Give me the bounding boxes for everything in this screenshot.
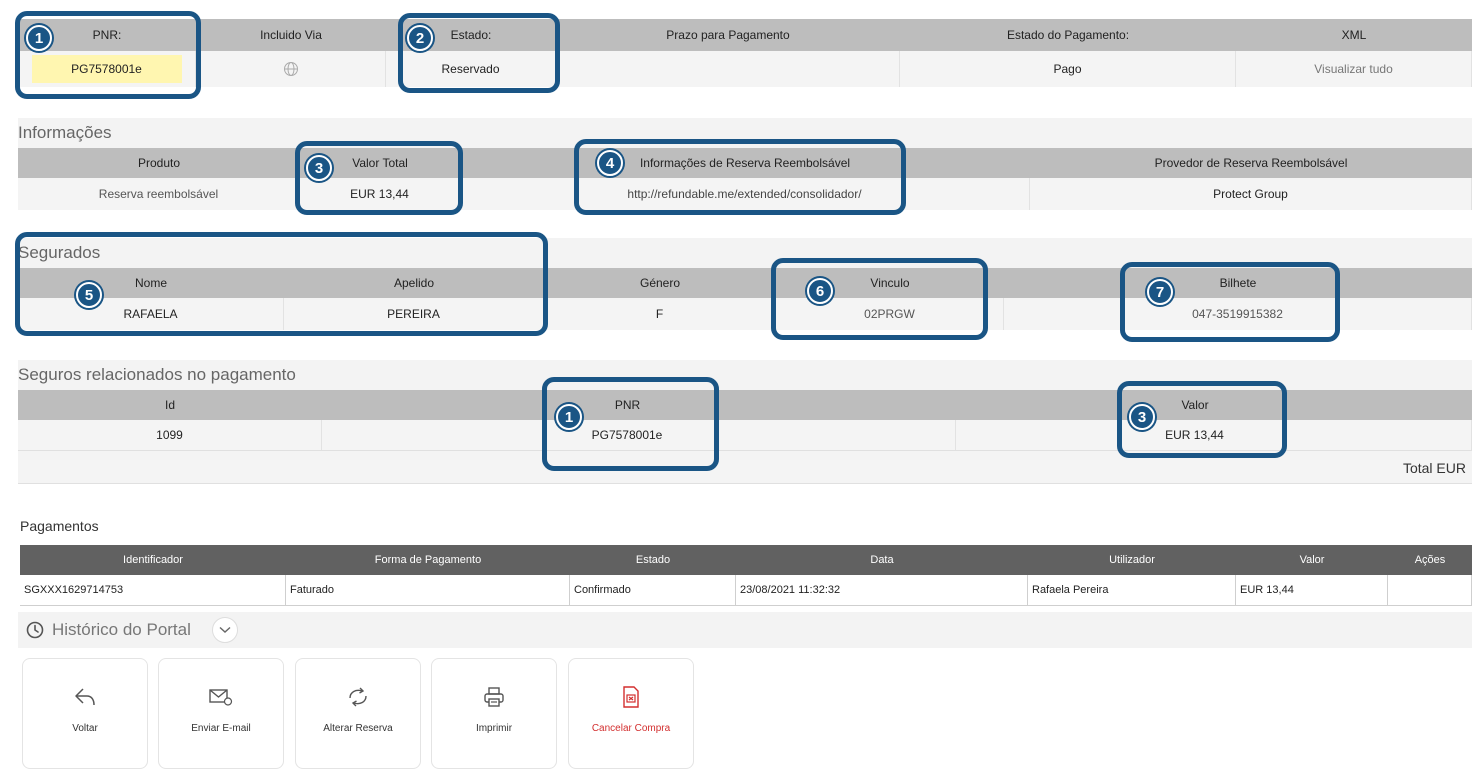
print-button[interactable]: Imprimir (431, 658, 557, 769)
related-insurance-section-title: Seguros relacionados no pagamento (18, 365, 296, 384)
refundable-info-header: Informações de Reserva Reembolsável (460, 148, 1030, 178)
status-value: Reservado (386, 51, 556, 87)
total-value: EUR 13,44 (300, 178, 460, 210)
related-pnr-cell: PG7578001e (322, 420, 956, 450)
xml-header: XML (1236, 19, 1472, 51)
related-pnr-header: PNR (322, 390, 956, 420)
payment-deadline-header: Prazo para Pagamento (556, 19, 900, 51)
last-name-header: Apelido (284, 268, 544, 298)
refundable-provider-value: Protect Group (1030, 178, 1472, 210)
gender-value: F (544, 298, 776, 330)
print-button-label: Imprimir (475, 723, 513, 734)
insured-section-band (18, 238, 1472, 268)
payment-status-value: Pago (900, 51, 1236, 87)
callout-badge-1b: 1 (556, 404, 582, 430)
back-arrow-icon (75, 688, 95, 706)
related-pnr-header-label: PNR (614, 398, 641, 412)
ticket-value: 047-3519915382 (1004, 298, 1472, 330)
last-name-value: PEREIRA (284, 298, 544, 330)
chevron-down-icon (219, 626, 231, 633)
payments-value-header: Valor (1236, 545, 1388, 575)
callout-badge-4: 4 (597, 150, 623, 176)
back-button[interactable]: Voltar (22, 658, 148, 769)
related-value-header: Valor (956, 390, 1472, 420)
payments-actions-value[interactable] (1388, 575, 1472, 606)
product-header: Produto (18, 148, 300, 178)
first-name-value: RAFAELA (18, 298, 284, 330)
cancel-purchase-button-label: Cancelar Compra (591, 723, 671, 734)
payments-actions-header: Ações (1388, 545, 1472, 575)
payments-value-value: EUR 13,44 (1236, 575, 1388, 606)
info-section-title: Informações (18, 123, 112, 142)
info-section-band (18, 118, 1472, 148)
back-button-label: Voltar (72, 723, 98, 734)
callout-badge-3b: 3 (1129, 404, 1155, 430)
globe-icon (283, 62, 298, 76)
callout-badge-3: 3 (306, 155, 332, 181)
refundable-provider-header: Provedor de Reserva Reembolsável (1030, 148, 1472, 178)
payments-user-value: Rafaela Pereira (1028, 575, 1236, 606)
payments-date-header: Data (736, 545, 1028, 575)
callout-badge-6: 6 (807, 278, 833, 304)
link-value: 02PRGW (776, 298, 1004, 330)
pnr-value: PG7578001e (31, 55, 182, 83)
ticket-header: Bilhete (1004, 268, 1472, 298)
xml-view-all-link[interactable]: Visualizar tudo (1236, 51, 1472, 87)
callout-badge-2: 2 (407, 25, 433, 51)
total-label: Total EUR (1402, 460, 1466, 476)
insured-section-title: Segurados (18, 243, 101, 262)
total-row: Total EUR (18, 450, 1472, 484)
related-value-cell: EUR 13,44 (956, 420, 1472, 450)
change-booking-button-label: Alterar Reserva (323, 723, 393, 734)
payments-status-value: Confirmado (570, 575, 736, 606)
product-value: Reserva reembolsável (18, 178, 300, 210)
callout-badge-1: 1 (26, 25, 52, 51)
payments-status-header: Estado (570, 545, 736, 575)
portal-history-toggle[interactable] (212, 617, 238, 643)
related-value: EUR 13,44 (1165, 428, 1224, 442)
cancel-document-icon (623, 686, 639, 708)
send-email-button[interactable]: Enviar E-mail (158, 658, 284, 769)
first-name-header: Nome (18, 268, 284, 298)
payments-method-value: Faturado (286, 575, 570, 606)
id-header: Id (18, 390, 322, 420)
payment-deadline-value (556, 51, 900, 87)
change-booking-button[interactable]: Alterar Reserva (295, 658, 421, 769)
id-value: 1099 (18, 420, 322, 450)
related-value-header-label: Valor (1181, 398, 1209, 412)
portal-history-bar[interactable]: Histórico do Portal (18, 612, 1472, 648)
clock-icon (26, 621, 44, 639)
payments-title: Pagamentos (20, 518, 99, 534)
email-icon (209, 689, 233, 706)
cancel-purchase-button[interactable]: Cancelar Compra (568, 658, 694, 769)
portal-history-label: Histórico do Portal (52, 620, 191, 639)
callout-badge-7: 7 (1147, 279, 1173, 305)
gender-header: Género (544, 268, 776, 298)
payments-method-header: Forma de Pagamento (286, 545, 570, 575)
printer-icon (484, 687, 504, 707)
send-email-button-label: Enviar E-mail (191, 723, 251, 734)
payment-status-header: Estado do Pagamento: (900, 19, 1236, 51)
exchange-icon (349, 687, 367, 707)
payments-date-value: 23/08/2021 11:32:32 (736, 575, 1028, 606)
related-pnr-value: PG7578001e (591, 428, 663, 442)
payments-identifier-header: Identificador (20, 545, 286, 575)
payments-identifier-value: SGXXX1629714753 (20, 575, 286, 606)
included-via-header: Incluido Via (196, 19, 386, 51)
pnr-cell: PG7578001e (18, 51, 196, 87)
included-via-cell (196, 51, 386, 87)
payments-user-header: Utilizador (1028, 545, 1236, 575)
callout-badge-5: 5 (76, 282, 102, 308)
refundable-info-link[interactable]: http://refundable.me/extended/consolidad… (460, 178, 1030, 210)
